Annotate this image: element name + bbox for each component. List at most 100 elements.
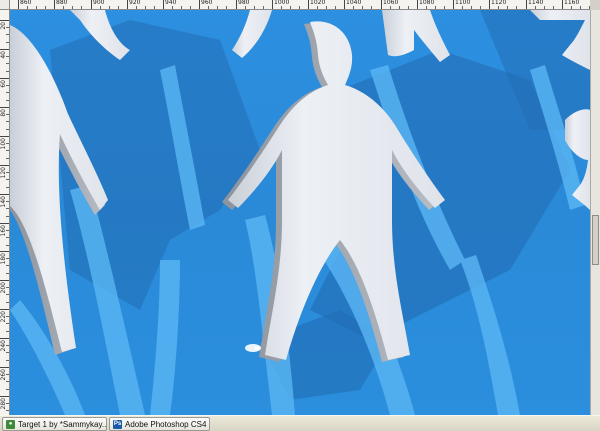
ruler-minor-tick: [6, 287, 9, 288]
scrollbar-thumb[interactable]: [592, 215, 599, 265]
ruler-major-tick: [381, 0, 382, 9]
taskbar-item-photoshop[interactable]: Ps Adobe Photoshop CS4 - i...: [109, 417, 210, 431]
ruler-major-tick: [18, 0, 19, 9]
ruler-minor-tick: [444, 6, 445, 9]
ruler-minor-tick: [317, 6, 318, 9]
ruler-minor-tick: [27, 6, 28, 9]
ruler-major-tick: [308, 0, 309, 9]
ruler-major-tick: [417, 0, 418, 9]
ruler-minor-tick: [154, 6, 155, 9]
ruler-tick-label: 60: [0, 80, 7, 88]
ruler-minor-tick: [245, 6, 246, 9]
ruler-major-tick: [0, 223, 9, 224]
ruler-minor-tick: [544, 6, 545, 9]
ruler-major-tick: [0, 194, 9, 195]
ruler-tick-label: 940: [165, 0, 177, 6]
ruler-minor-tick: [181, 6, 182, 9]
ruler-tick-label: 960: [201, 0, 213, 6]
ruler-major-tick: [236, 0, 237, 9]
ruler-major-tick: [0, 367, 9, 368]
ruler-origin-corner[interactable]: [0, 0, 10, 10]
ruler-minor-tick: [6, 129, 9, 130]
ruler-minor-tick: [6, 360, 9, 361]
ruler-minor-tick: [109, 6, 110, 9]
ruler-major-tick: [91, 0, 92, 9]
ruler-minor-tick: [145, 6, 146, 9]
ruler-minor-tick: [6, 389, 9, 390]
ruler-major-tick: [54, 0, 55, 9]
ruler-minor-tick: [335, 6, 336, 9]
windows-taskbar: ● Target 1 by *Sammykay... Ps Adobe Phot…: [0, 415, 600, 431]
ruler-minor-tick: [6, 158, 9, 159]
cursor-highlight: [245, 344, 261, 352]
ruler-minor-tick: [208, 6, 209, 9]
ruler-minor-tick: [426, 6, 427, 9]
ruler-minor-tick: [6, 265, 9, 266]
ruler-minor-tick: [6, 208, 9, 209]
frog-app-icon: ●: [6, 419, 15, 429]
ruler-minor-tick: [6, 345, 9, 346]
ruler-minor-tick: [571, 6, 572, 9]
ruler-minor-tick: [263, 6, 264, 9]
vertical-scrollbar[interactable]: [590, 10, 600, 415]
ruler-minor-tick: [6, 374, 9, 375]
ruler-minor-tick: [6, 63, 9, 64]
ruler-minor-tick: [6, 179, 9, 180]
ruler-minor-tick: [6, 245, 9, 246]
ruler-minor-tick: [6, 27, 9, 28]
ruler-minor-tick: [6, 172, 9, 173]
ruler-major-tick: [453, 0, 454, 9]
document-canvas[interactable]: [10, 10, 590, 415]
ruler-minor-tick: [408, 6, 409, 9]
ruler-minor-tick: [6, 56, 9, 57]
ruler-minor-tick: [6, 42, 9, 43]
ruler-minor-tick: [6, 150, 9, 151]
ruler-minor-tick: [118, 6, 119, 9]
ruler-minor-tick: [399, 6, 400, 9]
ruler-minor-tick: [371, 6, 372, 9]
ruler-minor-tick: [6, 216, 9, 217]
ruler-minor-tick: [36, 6, 37, 9]
ruler-minor-tick: [63, 6, 64, 9]
ruler-minor-tick: [6, 92, 9, 93]
canvas-artwork: [10, 10, 590, 415]
ruler-minor-tick: [553, 6, 554, 9]
ruler-tick-label: 880: [56, 0, 68, 6]
ruler-tick-label: 860: [20, 0, 32, 6]
ruler-tick-label: 20: [0, 22, 7, 30]
ruler-minor-tick: [516, 6, 517, 9]
ruler-minor-tick: [6, 352, 9, 353]
ruler-minor-tick: [190, 6, 191, 9]
ruler-minor-tick: [6, 323, 9, 324]
ruler-minor-tick: [6, 100, 9, 101]
ruler-major-tick: [0, 309, 9, 310]
ruler-minor-tick: [6, 302, 9, 303]
ruler-major-tick: [0, 165, 9, 166]
ruler-major-tick: [0, 396, 9, 397]
ruler-minor-tick: [6, 85, 9, 86]
ruler-minor-tick: [226, 6, 227, 9]
ruler-minor-tick: [6, 258, 9, 259]
ruler-major-tick: [163, 0, 164, 9]
ruler-minor-tick: [580, 6, 581, 9]
ruler-minor-tick: [507, 6, 508, 9]
ruler-minor-tick: [6, 331, 9, 332]
ruler-major-tick: [489, 0, 490, 9]
ruler-tick-label: 80: [0, 109, 7, 117]
ruler-minor-tick: [535, 6, 536, 9]
taskbar-item-target[interactable]: ● Target 1 by *Sammykay...: [2, 417, 107, 431]
ruler-minor-tick: [6, 381, 9, 382]
taskbar-item-label: Target 1 by *Sammykay...: [18, 419, 107, 429]
photoshop-icon: Ps: [113, 419, 122, 429]
ruler-minor-tick: [45, 6, 46, 9]
ruler-minor-tick: [100, 6, 101, 9]
ruler-minor-tick: [281, 6, 282, 9]
ruler-major-tick: [0, 280, 9, 281]
ruler-minor-tick: [254, 6, 255, 9]
horizontal-ruler[interactable]: 860 880 900 920 940 960 980 1000 1020 1040 1060 108…: [10, 0, 590, 10]
ruler-minor-tick: [326, 6, 327, 9]
ruler-major-tick: [0, 136, 9, 137]
vertical-ruler[interactable]: 20 40 60 80 100 120 140 160 180 200 220 240 260 280: [0, 10, 10, 415]
ruler-minor-tick: [72, 6, 73, 9]
taskbar-item-label: Adobe Photoshop CS4 - i...: [125, 419, 209, 429]
